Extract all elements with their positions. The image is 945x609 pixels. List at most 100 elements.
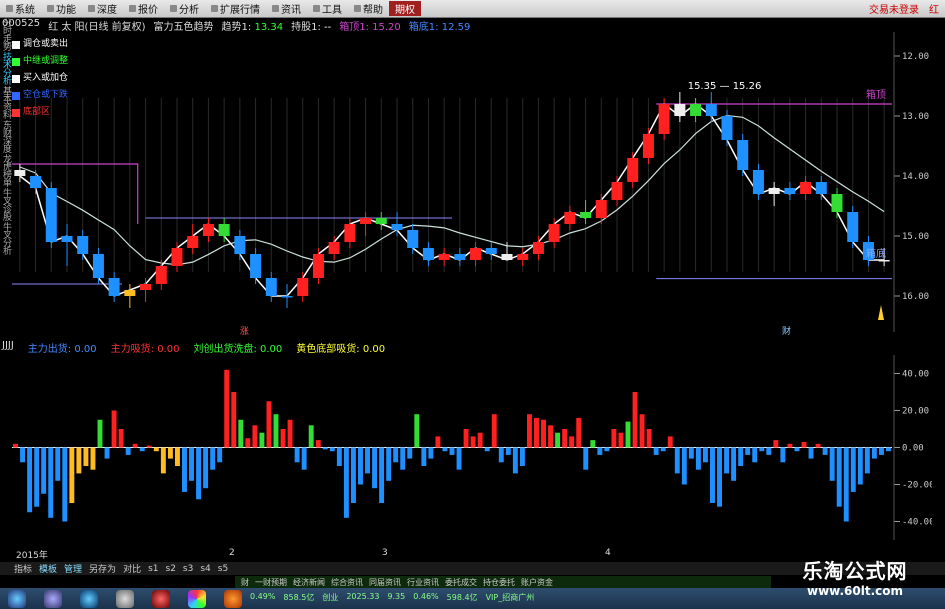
tab-s3[interactable]: s3 [183,564,193,574]
menu-right-red[interactable]: 红 [929,1,939,16]
menu-analysis[interactable]: 分析 [164,1,205,16]
osc-bar [829,447,835,481]
menu-tools[interactable]: 工具 [307,1,348,16]
osc-bar [259,432,265,448]
menu-function[interactable]: 功能 [41,1,82,16]
osc-bar [343,447,349,518]
osc-bar [336,447,342,466]
indicator-name: 富力五色趋势 [153,22,214,33]
tab-template[interactable]: 模板 [39,562,57,575]
menu-label: 报价 [138,5,158,16]
price-chart[interactable]: 16.00 15.00 14.00 13.00 12.00 15.35 — 15.26 箱顶… [12,32,932,337]
candle-body [45,188,57,242]
osc-f4-value: 0.00 [362,344,386,355]
menu-quote[interactable]: 报价 [123,1,164,16]
analysis-icon [170,5,177,12]
sub-tab[interactable]: 财 [241,577,249,588]
candle-body [360,218,372,224]
osc-bar [667,436,673,448]
candle-body [627,158,639,182]
ticker-item: 858.5亿 [283,593,315,602]
tab-s2[interactable]: s2 [166,564,176,574]
date-label: 2 [229,548,235,558]
candle-body [800,182,812,194]
tab-s1[interactable]: s1 [148,564,158,574]
menu-system[interactable]: 系统 [0,1,41,16]
osc-bar [27,447,33,513]
menu-label: 深度 [97,5,117,16]
legend-item: 中继或调整 [12,53,68,70]
candle-body [14,170,26,176]
trade-login-status[interactable]: 交易未登录 [869,1,919,16]
osc-bar [710,447,715,503]
osc-f3-value: 0.00 [260,344,283,355]
menu-depth[interactable]: 深度 [82,1,123,16]
app-icon[interactable] [44,589,62,608]
stock-code: 000525 [2,18,41,29]
folder-icon[interactable] [116,589,134,608]
legend-item: 买入或加仓 [12,70,68,87]
candle-body [438,254,450,260]
osc-bar [738,447,744,466]
candle-body [815,182,827,194]
osc-f1-label: 主力出货: [27,344,72,355]
sub-tab[interactable]: 持仓委托 [483,577,515,588]
candle-body [517,254,529,260]
oscillator-chart[interactable]: 40.00 20.00 0.00 -20.00 -40.00 [12,355,932,545]
osc-bar [484,447,490,452]
osc-bar [55,447,61,481]
date-label: 4 [605,548,611,558]
menu-options[interactable]: 期权 [389,1,421,16]
candle-body [658,104,670,134]
osc-bar [562,429,568,448]
candle-body [752,170,764,194]
tab-compare[interactable]: 对比 [123,562,141,575]
osc-bar [815,443,821,448]
watermark-title: 乐淘公式网 [802,559,908,583]
menu-help[interactable]: 帮助 [348,1,389,16]
sub-tab[interactable]: 行业资讯 [407,577,439,588]
sub-tab[interactable]: 经济新闻 [293,577,325,588]
tab-manage[interactable]: 管理 [64,562,82,575]
ticker-item: 9.35 [387,592,406,601]
osc-bar [491,414,497,448]
osc-bar [210,447,216,470]
osc-f2-value: 0.00 [157,344,180,355]
osc-bar [104,447,110,459]
tab-s4[interactable]: s4 [200,564,210,574]
menu-extended-market[interactable]: 扩展行情 [205,1,266,16]
sub-tab[interactable]: 同届资讯 [369,577,401,588]
osc-bar [646,429,652,448]
candle-body [705,104,717,116]
help-icon [354,5,361,12]
tab-s5[interactable]: s5 [218,564,228,574]
tab-indicator[interactable]: 指标 [14,562,32,575]
media-icon[interactable] [152,589,170,608]
sub-tab[interactable]: 委托成交 [445,577,477,588]
tab-save-as[interactable]: 另存为 [89,562,116,575]
y-tick-label: 16.00 [902,292,929,302]
color-wheel-icon[interactable] [188,589,206,608]
osc-bar [365,447,370,474]
menu-label: 分析 [179,5,199,16]
osc-bar [421,447,427,466]
legend-label: 调仓或卖出 [23,39,69,49]
y-tick-label: 13.00 [902,112,929,122]
candle-body [831,194,843,212]
trading-app-icon[interactable] [224,589,242,608]
osc-bar [301,447,307,470]
browser-icon[interactable] [80,589,98,608]
sub-tab[interactable]: 一财预期 [255,577,287,588]
osc-bar [435,436,441,448]
sub-tab[interactable]: 综合资讯 [331,577,363,588]
osc-bar [512,447,518,474]
sub-tab[interactable]: 账户资金 [521,577,553,588]
menu-news[interactable]: 资讯 [266,1,307,16]
candle-body [422,248,434,260]
osc-bar [717,447,722,507]
legend-swatch [12,40,20,49]
osc-y-tick-label: -40.00 [902,518,932,528]
start-button-icon[interactable] [8,589,26,608]
trend-line [19,102,885,297]
osc-bar [294,447,300,463]
